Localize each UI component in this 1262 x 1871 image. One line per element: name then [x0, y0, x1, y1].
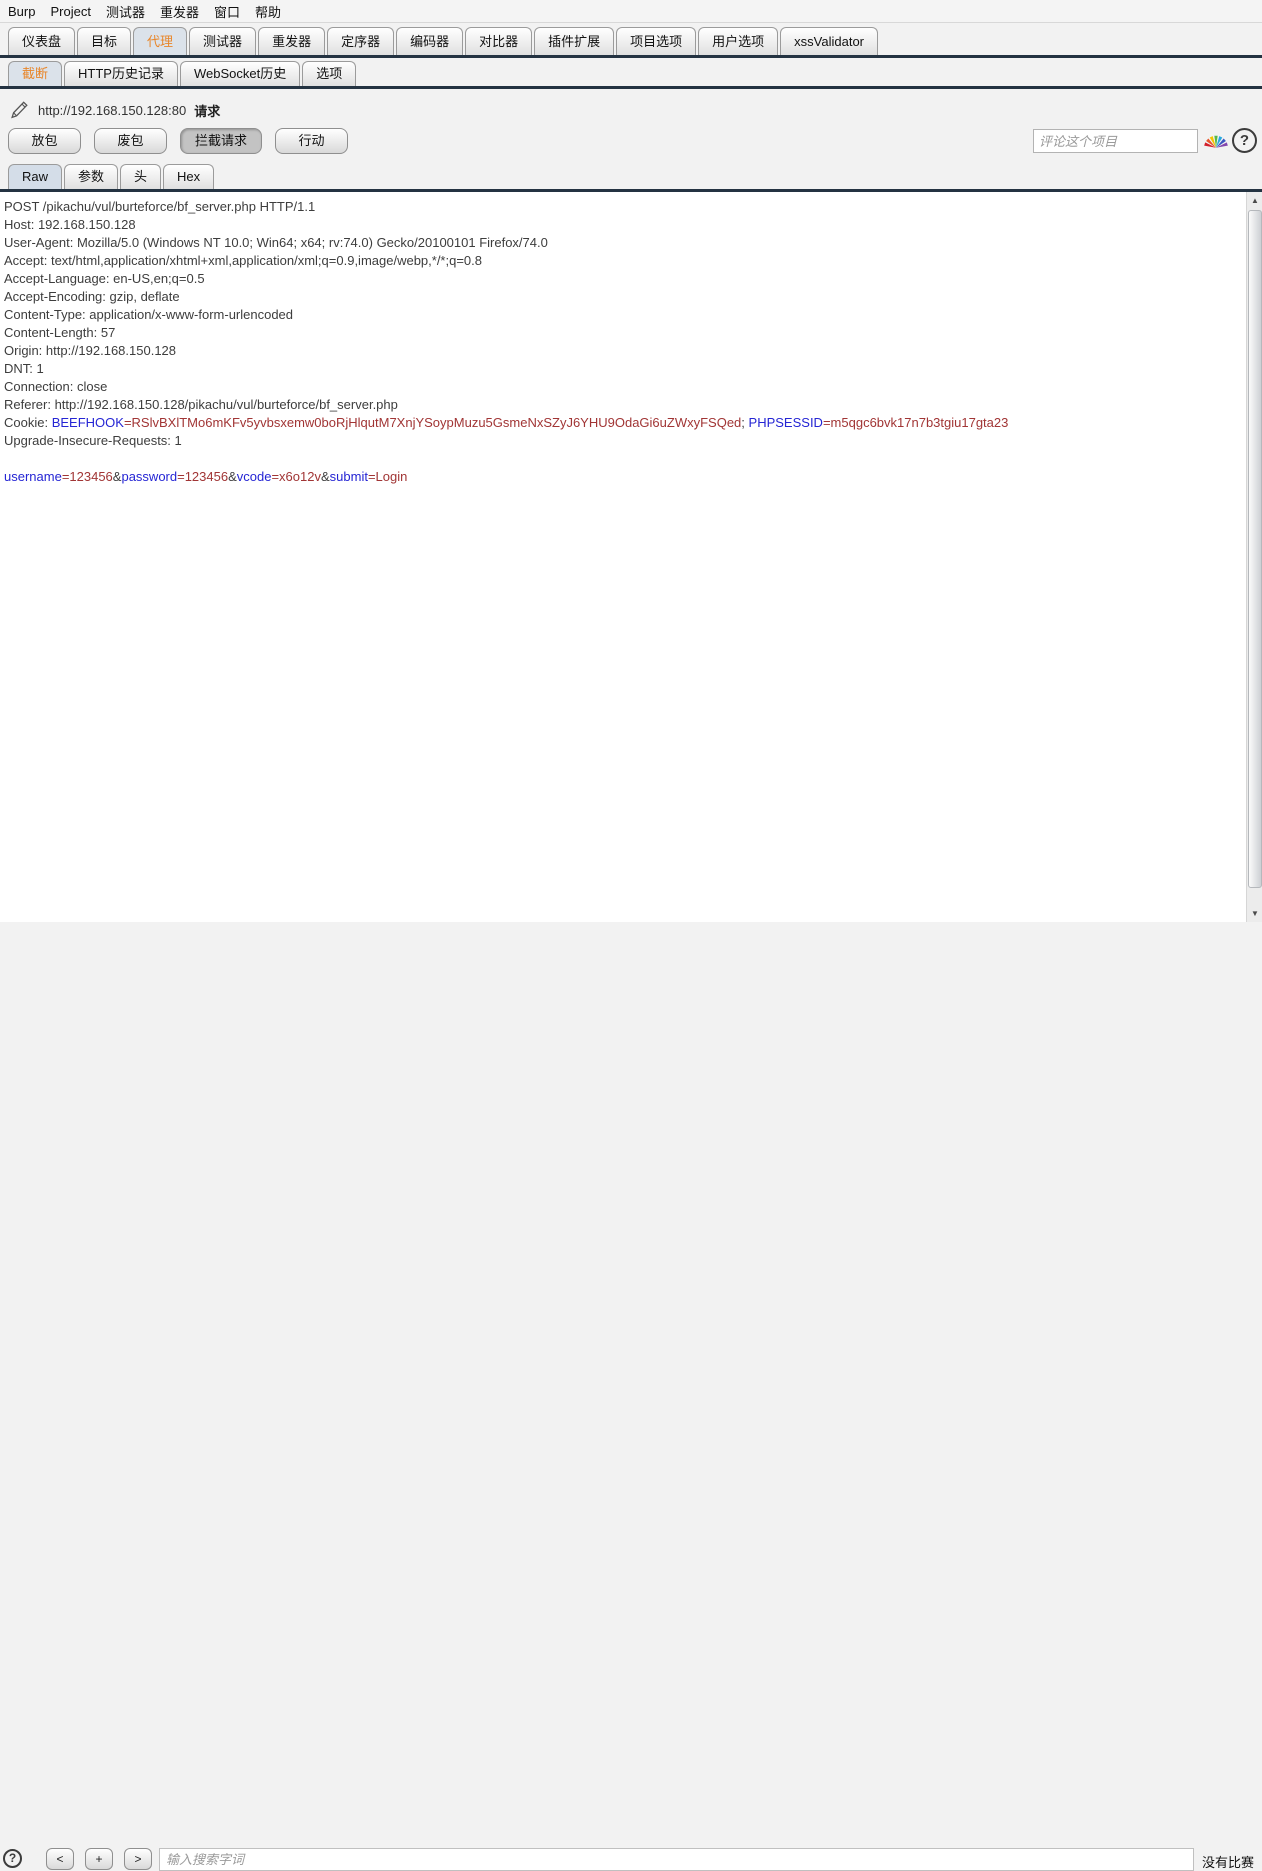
- request-line: Accept: text/html,application/xhtml+xml,…: [4, 253, 482, 268]
- request-line: [4, 450, 1246, 468]
- request-line: Upgrade-Insecure-Requests: 1: [4, 433, 182, 448]
- tab-intruder[interactable]: 测试器: [189, 27, 257, 55]
- next-match-button[interactable]: >: [124, 1848, 152, 1870]
- tab-comparer[interactable]: 对比器: [465, 27, 533, 55]
- request-label: 请求: [194, 103, 221, 119]
- tab-extender[interactable]: 插件扩展: [534, 27, 615, 55]
- tab-decoder[interactable]: 编码器: [396, 27, 464, 55]
- search-input[interactable]: [159, 1848, 1194, 1871]
- tab-repeater[interactable]: 重发器: [258, 27, 326, 55]
- tab-headers[interactable]: 头: [120, 164, 162, 189]
- tab-hex[interactable]: Hex: [163, 164, 215, 189]
- menu-window[interactable]: 窗口: [214, 2, 240, 21]
- request-line: username=123456&password=123456&vcode=x6…: [4, 469, 408, 484]
- tab-xssvalidator[interactable]: xssValidator: [780, 27, 879, 55]
- scroll-up-button[interactable]: ▲: [1247, 192, 1262, 209]
- message-tab-bar: Raw 参数 头 Hex: [8, 164, 215, 189]
- tab-params[interactable]: 参数: [64, 164, 119, 189]
- search-bar: ? < + > 没有比赛: [0, 922, 1262, 1871]
- tab-websocket-history[interactable]: WebSocket历史: [179, 61, 301, 86]
- tab-dashboard[interactable]: 仪表盘: [8, 27, 76, 55]
- request-line: Connection: close: [4, 379, 108, 394]
- request-line: Accept-Encoding: gzip, deflate: [4, 289, 180, 304]
- request-line: Referer: http://192.168.150.128/pikachu/…: [4, 397, 398, 412]
- intercept-controls: 放包 废包 拦截请求 行动: [8, 128, 349, 154]
- action-button[interactable]: 行动: [275, 128, 349, 154]
- add-search-button[interactable]: +: [85, 1848, 113, 1870]
- menu-project[interactable]: Project: [50, 4, 90, 19]
- tab-sequencer[interactable]: 定序器: [327, 27, 395, 55]
- scrollbar: ▲ ▼: [1246, 192, 1262, 922]
- pencil-icon[interactable]: [8, 99, 30, 121]
- search-help-icon[interactable]: ?: [3, 1849, 22, 1868]
- tab-project-options[interactable]: 项目选项: [616, 27, 697, 55]
- scroll-thumb[interactable]: [1248, 210, 1262, 888]
- request-line: Host: 192.168.150.128: [4, 217, 136, 232]
- help-icon[interactable]: ?: [1232, 128, 1257, 153]
- tab-proxy-options[interactable]: 选项: [302, 61, 357, 86]
- tab-target[interactable]: 目标: [77, 27, 132, 55]
- tab-http-history[interactable]: HTTP历史记录: [64, 61, 178, 86]
- tab-proxy[interactable]: 代理: [133, 27, 188, 55]
- match-status: 没有比赛: [1202, 1855, 1255, 1870]
- request-line: Cookie: BEEFHOOK=RSlvBXlTMo6mKFv5yvbsxem…: [4, 415, 1009, 430]
- menu-burp[interactable]: Burp: [8, 4, 35, 19]
- highlighter-icon[interactable]: [1204, 130, 1228, 151]
- intercept-toggle-button[interactable]: 拦截请求: [180, 128, 263, 154]
- request-line: POST /pikachu/vul/burteforce/bf_server.p…: [4, 199, 316, 214]
- request-editor[interactable]: POST /pikachu/vul/burteforce/bf_server.p…: [0, 192, 1246, 922]
- request-info-row: http://192.168.150.128:80 请求: [8, 97, 220, 123]
- request-line: Content-Length: 57: [4, 325, 116, 340]
- request-line: User-Agent: Mozilla/5.0 (Windows NT 10.0…: [4, 235, 548, 250]
- tab-intercept[interactable]: 截断: [8, 61, 63, 86]
- tab-raw[interactable]: Raw: [8, 164, 63, 189]
- drop-button[interactable]: 废包: [94, 128, 167, 154]
- menu-intruder[interactable]: 测试器: [106, 2, 145, 21]
- tab-user-options[interactable]: 用户选项: [698, 27, 779, 55]
- request-line: Accept-Language: en-US,en;q=0.5: [4, 271, 205, 286]
- request-line: Origin: http://192.168.150.128: [4, 343, 177, 358]
- menu-help[interactable]: 帮助: [255, 2, 281, 21]
- main-tab-bar: 仪表盘 目标 代理 测试器 重发器 定序器 编码器 对比器 插件扩展 项目选项 …: [8, 27, 879, 55]
- forward-button[interactable]: 放包: [8, 128, 81, 154]
- main-tab-underline: [0, 55, 1262, 58]
- intercepted-url: http://192.168.150.128:80: [38, 102, 187, 118]
- request-line: DNT: 1: [4, 361, 44, 376]
- prev-match-button[interactable]: <: [46, 1848, 74, 1870]
- menu-repeater[interactable]: 重发器: [160, 2, 199, 21]
- proxy-tab-bar: 截断 HTTP历史记录 WebSocket历史 选项: [8, 61, 357, 86]
- menu-bar: Burp Project 测试器 重发器 窗口 帮助: [0, 0, 1262, 23]
- request-line: Content-Type: application/x-www-form-url…: [4, 307, 294, 322]
- scroll-down-button[interactable]: ▼: [1247, 905, 1262, 922]
- comment-input[interactable]: [1033, 129, 1198, 153]
- proxy-tab-underline: [0, 86, 1262, 89]
